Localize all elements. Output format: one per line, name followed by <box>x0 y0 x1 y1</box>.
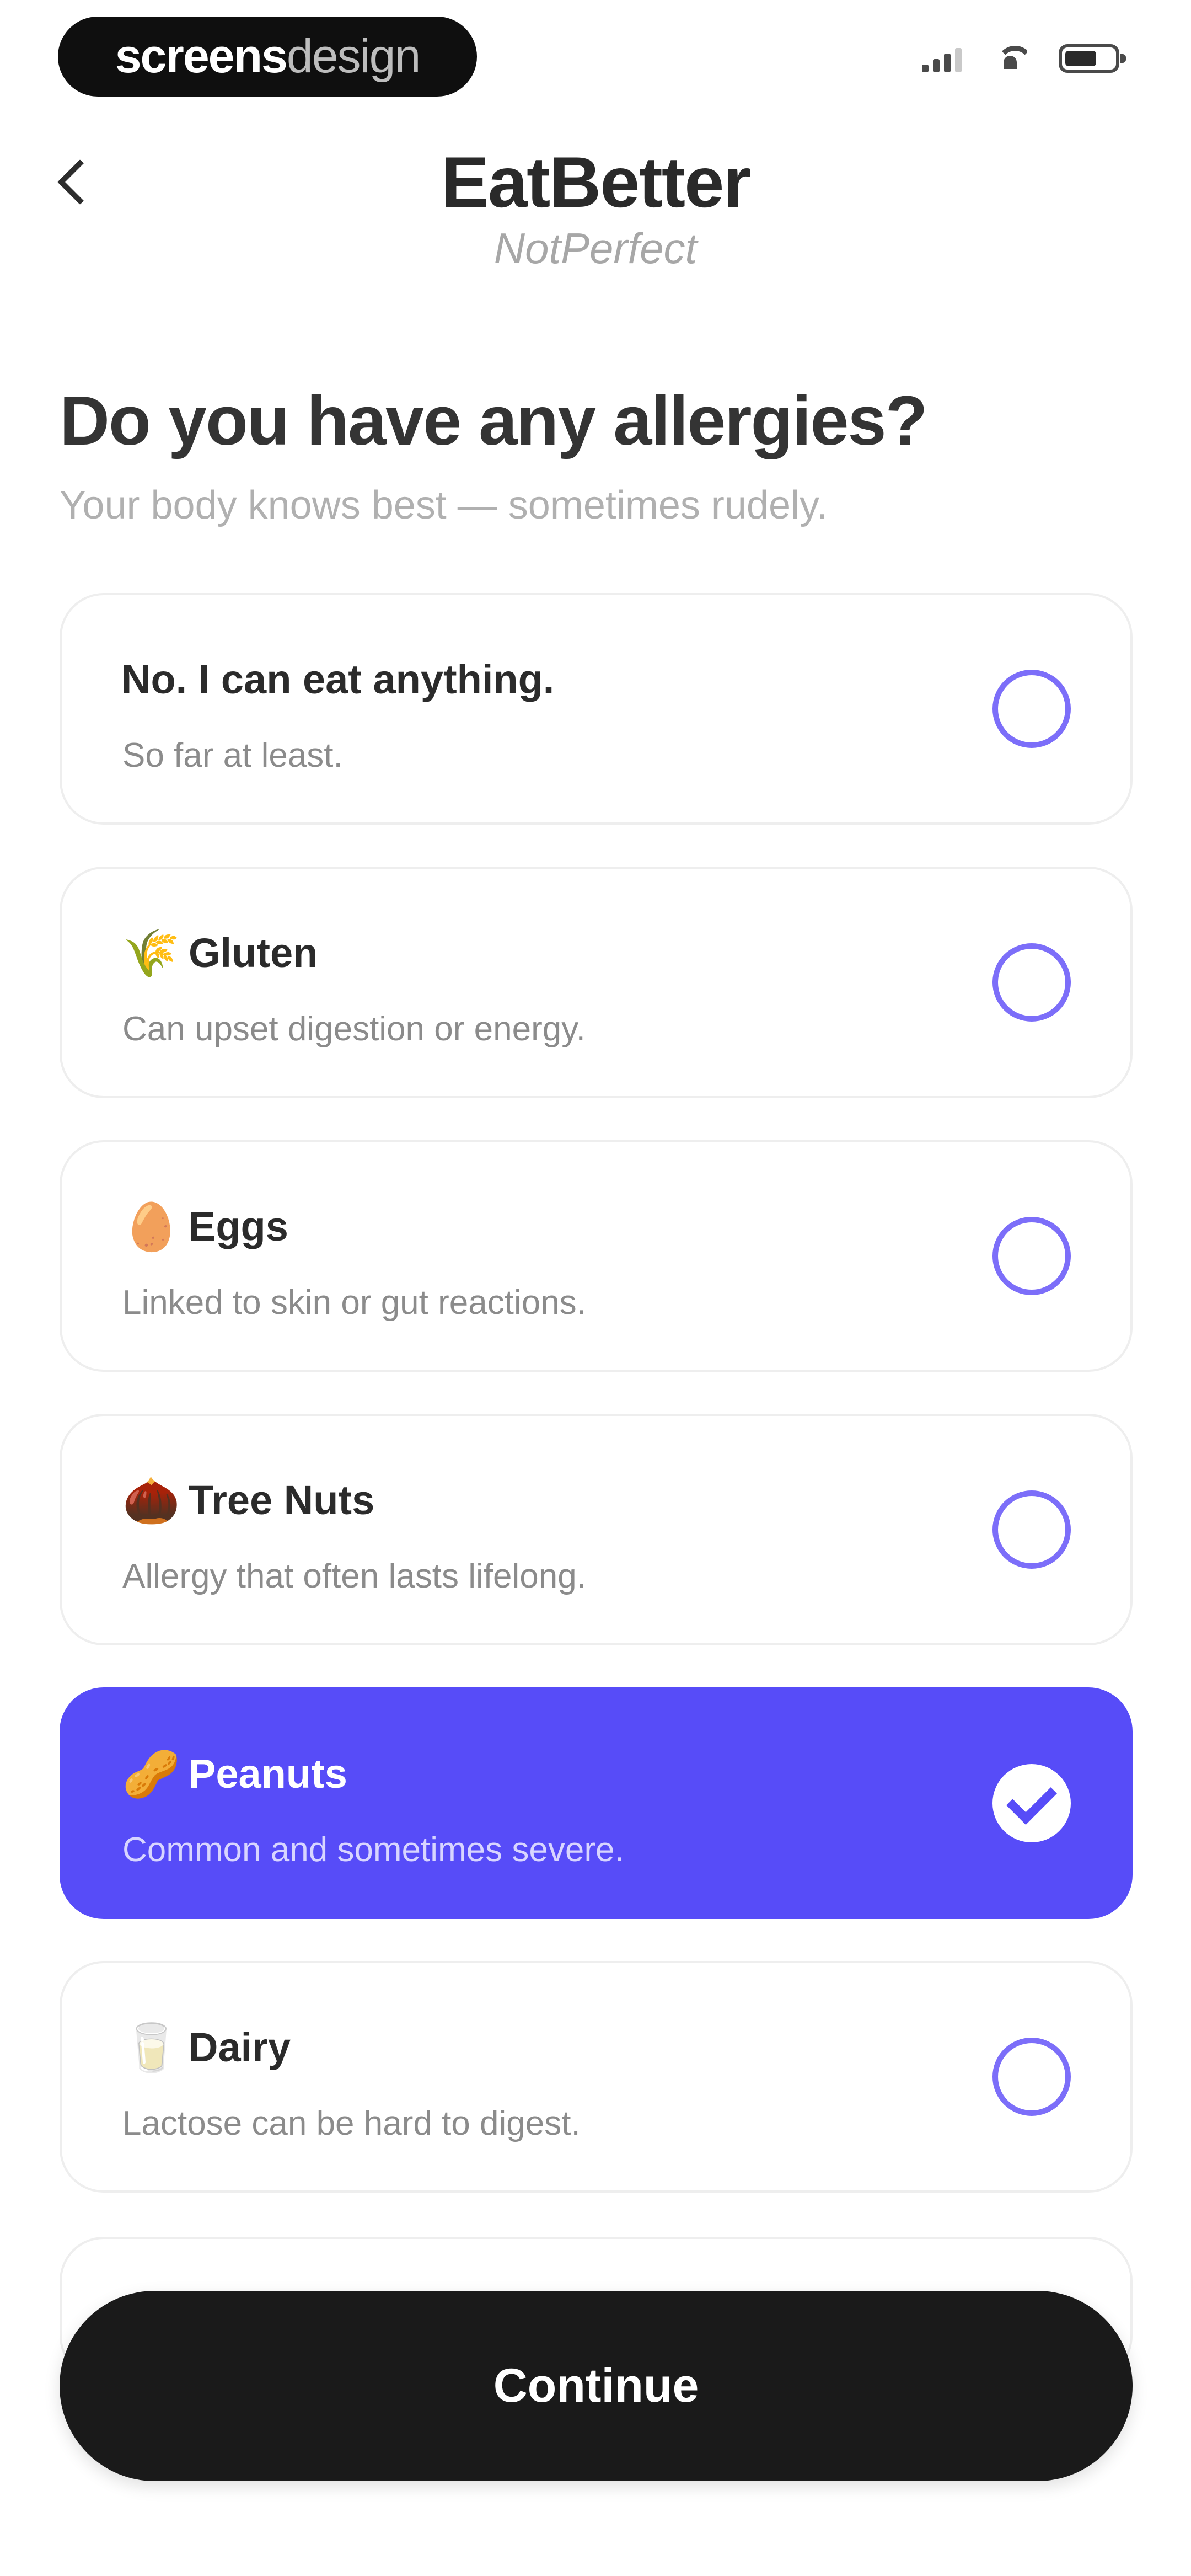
wifi-icon <box>994 46 1027 71</box>
egg-icon: 🥚 <box>122 1200 180 1253</box>
radio-unchecked-icon[interactable] <box>993 1217 1071 1295</box>
option-title-row: 🥚 Eggs <box>122 1203 288 1250</box>
signal-icon <box>922 45 962 72</box>
brand-left-text: screens <box>115 30 288 83</box>
option-title: Peanuts <box>189 1751 347 1797</box>
option-title: Dairy <box>189 2024 291 2070</box>
app-subtitle: NotPerfect <box>493 224 698 272</box>
option-eggs[interactable]: 🥚 Eggs Linked to skin or gut reactions. <box>60 1140 1133 1372</box>
option-peanuts[interactable]: 🥜 Peanuts Common and sometimes severe. <box>60 1687 1133 1919</box>
radio-unchecked-icon[interactable] <box>993 670 1071 748</box>
option-description: Can upset digestion or energy. <box>122 1010 586 1048</box>
radio-checked-icon[interactable] <box>993 1764 1071 1842</box>
option-title-row: 🌾 Gluten <box>122 929 318 976</box>
screensdesign-logo: screens design <box>58 17 477 97</box>
wheat-icon: 🌾 <box>122 927 180 979</box>
option-title-row: 🌰 Tree Nuts <box>122 1477 374 1524</box>
option-description: Lactose can be hard to digest. <box>122 2104 581 2142</box>
peanut-icon: 🥜 <box>122 1747 180 1800</box>
status-bar: screens design <box>0 0 1191 116</box>
option-no-allergies[interactable]: No. I can eat anything. So far at least. <box>60 593 1133 825</box>
checkmark-icon <box>1006 1774 1057 1825</box>
chestnut-icon: 🌰 <box>122 1474 180 1526</box>
status-icons <box>922 44 1126 73</box>
option-description: Linked to skin or gut reactions. <box>122 1284 586 1322</box>
option-title-row: No. I can eat anything. <box>121 656 554 703</box>
option-title: Eggs <box>189 1204 288 1249</box>
option-title: Gluten <box>189 930 318 976</box>
option-description: Common and sometimes severe. <box>122 1831 624 1869</box>
app-title: EatBetter <box>441 142 751 222</box>
option-title-row: 🥜 Peanuts <box>122 1750 347 1797</box>
option-title-row: 🥛 Dairy <box>122 2024 291 2071</box>
continue-button[interactable]: Continue <box>60 2291 1133 2481</box>
brand-right-text: design <box>286 30 421 83</box>
option-title: Tree Nuts <box>189 1477 375 1523</box>
option-description: So far at least. <box>122 736 343 774</box>
option-dairy[interactable]: 🥛 Dairy Lactose can be hard to digest. <box>60 1961 1133 2193</box>
milk-icon: 🥛 <box>122 2021 180 2073</box>
option-description: Allergy that often lasts lifelong. <box>122 1557 586 1595</box>
option-tree-nuts[interactable]: 🌰 Tree Nuts Allergy that often lasts lif… <box>60 1414 1133 1645</box>
option-title: No. I can eat anything. <box>121 656 555 702</box>
question-title: Do you have any allergies? <box>60 382 928 459</box>
radio-unchecked-icon[interactable] <box>993 2038 1071 2116</box>
allergy-options-list: No. I can eat anything. So far at least.… <box>60 593 1133 2235</box>
option-gluten[interactable]: 🌾 Gluten Can upset digestion or energy. <box>60 867 1133 1098</box>
radio-unchecked-icon[interactable] <box>993 1490 1071 1569</box>
question-subtitle: Your body knows best — sometimes rudely. <box>60 483 828 527</box>
radio-unchecked-icon[interactable] <box>993 943 1071 1022</box>
battery-icon <box>1059 44 1126 73</box>
